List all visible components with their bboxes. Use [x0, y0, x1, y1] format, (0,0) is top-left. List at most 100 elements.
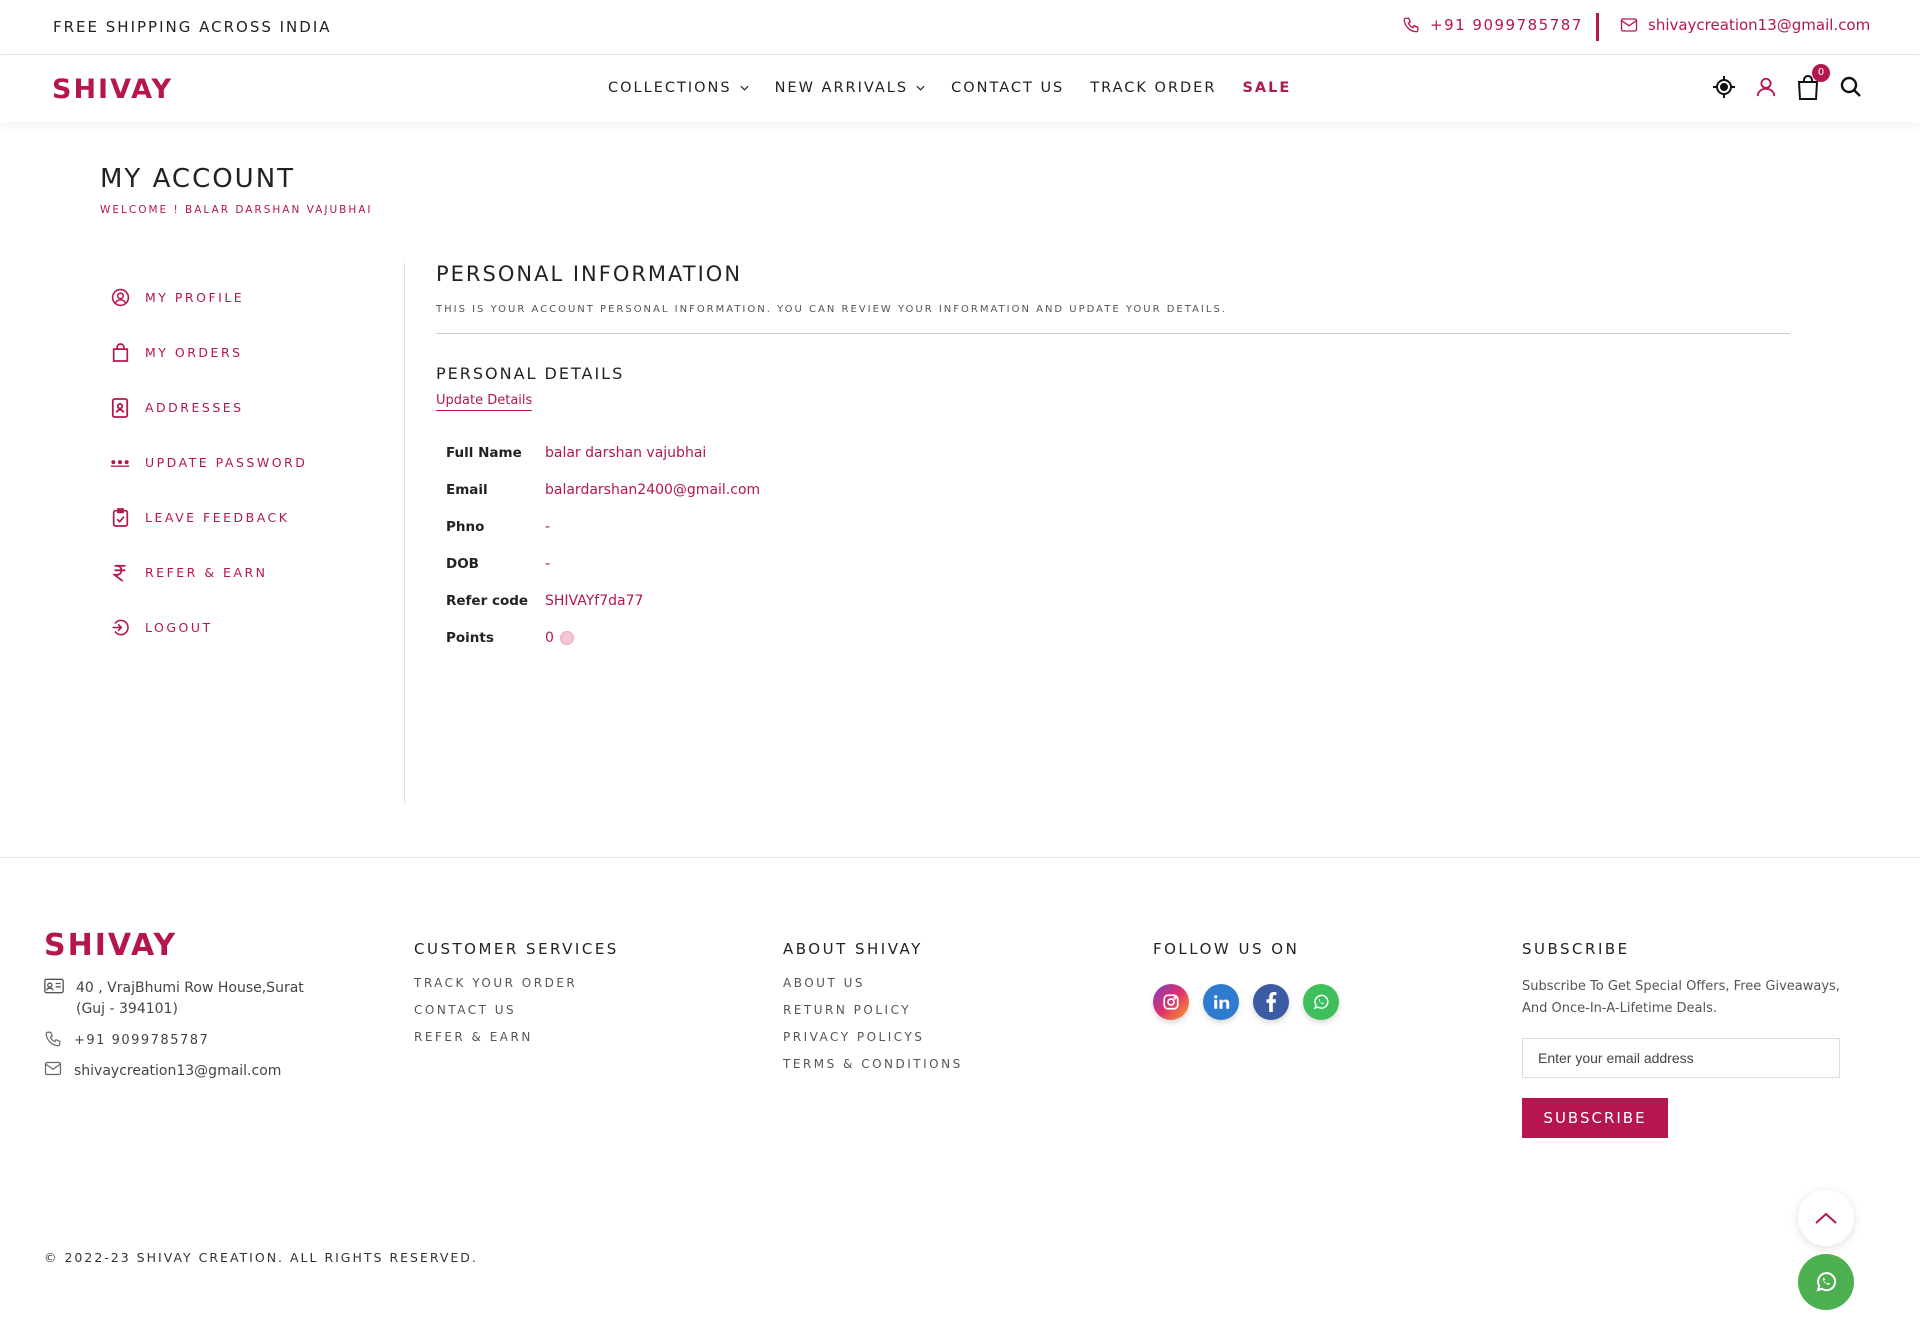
sidebar-item-addresses[interactable]: ADDRESSES [110, 380, 307, 435]
nav-item-contact-us[interactable]: CONTACT US [951, 80, 1064, 96]
welcome-text: WELCOME ! BALAR DARSHAN VAJUBHAI [100, 204, 373, 216]
sidebar-item-leave-feedback[interactable]: LEAVE FEEDBACK [110, 490, 307, 545]
sidebar-item-label: UPDATE PASSWORD [145, 455, 308, 470]
topbar-email-text: shivaycreation13@gmail.com [1648, 16, 1871, 34]
phone-icon [1402, 16, 1420, 34]
bag-icon [110, 343, 130, 363]
subscribe-email-input[interactable] [1522, 1038, 1840, 1078]
footer-link-contact-us[interactable]: CONTACT US [414, 1003, 619, 1017]
footer-heading: ABOUT SHIVAY [783, 940, 923, 958]
free-shipping-text: FREE SHIPPING ACROSS INDIA [53, 18, 332, 36]
topbar-divider [1596, 13, 1599, 41]
topbar-phone-text: +91 9099785787 [1430, 16, 1583, 34]
detail-label: Phno [446, 518, 485, 535]
nav-item-sale[interactable]: SALE [1242, 80, 1291, 96]
footer-link-return-policy[interactable]: RETURN POLICY [783, 1003, 963, 1017]
footer-logo[interactable]: SHIVAY [44, 928, 177, 963]
sidebar-item-label: MY ORDERS [145, 345, 243, 360]
footer-link-privacy[interactable]: PRIVACY POLICYS [783, 1030, 963, 1044]
detail-value: - [545, 555, 551, 572]
logout-icon [110, 618, 130, 638]
search-icon[interactable] [1839, 75, 1863, 99]
clipboard-check-icon [110, 508, 130, 528]
footer-contact: 40 , VrajBhumi Row House,Surat (Guj - 39… [44, 978, 304, 1092]
footer-link-track-order[interactable]: TRACK YOUR ORDER [414, 976, 619, 990]
points-value-wrap: 0 [545, 630, 574, 646]
top-bar: FREE SHIPPING ACROSS INDIA +91 909978578… [0, 0, 1920, 55]
sidebar-item-update-password[interactable]: UPDATE PASSWORD [110, 435, 307, 490]
footer-email[interactable]: shivaycreation13@gmail.com [44, 1061, 304, 1082]
topbar-phone[interactable]: +91 9099785787 [1402, 16, 1583, 34]
social-icons [1153, 984, 1339, 1020]
address-line: (Guj - 394101) [76, 1001, 178, 1017]
site-logo[interactable]: SHIVAY [52, 74, 173, 105]
footer-link-refer-earn[interactable]: REFER & EARN [414, 1030, 619, 1044]
whatsapp-chat-button[interactable] [1798, 1254, 1854, 1310]
detail-value: 0 [545, 629, 554, 646]
footer-link-terms[interactable]: TERMS & CONDITIONS [783, 1057, 963, 1071]
footer-customer-services: CUSTOMER SERVICES TRACK YOUR ORDER CONTA… [414, 940, 619, 1057]
main-nav: SHIVAY COLLECTIONS NEW ARRIVALS CONTACT … [0, 56, 1920, 122]
nav-item-track-order[interactable]: TRACK ORDER [1090, 80, 1216, 96]
footer-heading: SUBSCRIBE [1522, 940, 1630, 958]
footer-phone[interactable]: +91 9099785787 [44, 1030, 304, 1051]
footer-subscribe: SUBSCRIBE Subscribe To Get Special Offer… [1522, 940, 1852, 1138]
nav-item-label: NEW ARRIVALS [774, 80, 909, 96]
mail-icon [1620, 17, 1638, 33]
phone-icon [44, 1030, 62, 1048]
detail-label: Email [446, 481, 488, 498]
sidebar-item-logout[interactable]: LOGOUT [110, 600, 307, 655]
footer-link-about-us[interactable]: ABOUT US [783, 976, 963, 990]
topbar-email[interactable]: shivaycreation13@gmail.com [1620, 16, 1870, 34]
footer-divider [0, 857, 1920, 858]
whatsapp-icon [1816, 1272, 1837, 1292]
location-icon[interactable] [1712, 75, 1736, 99]
detail-label: Refer code [446, 592, 529, 609]
footer-email-text: shivaycreation13@gmail.com [74, 1063, 282, 1079]
scroll-to-top-button[interactable] [1798, 1190, 1854, 1246]
whatsapp-icon[interactable] [1303, 984, 1339, 1020]
subscribe-text: Subscribe To Get Special Offers, Free Gi… [1522, 979, 1840, 1016]
subscribe-button[interactable]: SUBSCRIBE [1522, 1098, 1668, 1138]
nav-item-new-arrivals[interactable]: NEW ARRIVALS [775, 80, 926, 96]
detail-row-email: Email balardarshan2400@gmail.com [446, 471, 760, 508]
sidebar-item-refer-earn[interactable]: REFER & EARN [110, 545, 307, 600]
copyright-text: © 2022-23 SHIVAY CREATION. ALL RIGHTS RE… [44, 1250, 478, 1265]
sidebar-item-my-orders[interactable]: MY ORDERS [110, 325, 307, 380]
coin-icon [559, 630, 574, 645]
footer-follow: FOLLOW US ON [1153, 940, 1339, 1020]
cart-button[interactable]: 0 [1796, 64, 1830, 100]
update-details-link[interactable]: Update Details [436, 393, 533, 411]
user-icon[interactable] [1755, 76, 1777, 98]
instagram-icon[interactable] [1153, 984, 1189, 1020]
nav-item-label: COLLECTIONS [608, 80, 732, 96]
chevron-down-icon [740, 85, 749, 91]
personal-details-heading: PERSONAL DETAILS [436, 364, 625, 383]
details-table: Full Name balar darshan vajubhai Email b… [446, 434, 760, 656]
footer-heading: FOLLOW US ON [1153, 940, 1300, 958]
detail-value: balardarshan2400@gmail.com [545, 481, 761, 498]
password-dots-icon [110, 453, 130, 473]
sidebar-item-label: REFER & EARN [145, 565, 268, 580]
footer-address-text: 40 , VrajBhumi Row House,Surat (Guj - 39… [76, 978, 304, 1020]
page-title: MY ACCOUNT [100, 164, 296, 194]
detail-row-phno: Phno - [446, 508, 760, 545]
detail-row-points: Points 0 [446, 619, 760, 656]
sidebar-item-my-profile[interactable]: MY PROFILE [110, 270, 307, 325]
nav-item-collections[interactable]: COLLECTIONS [608, 80, 749, 96]
address-line: 40 , VrajBhumi Row House,Surat [76, 980, 304, 996]
footer-phone-text: +91 9099785787 [74, 1033, 210, 1048]
detail-value: - [545, 518, 551, 535]
detail-row-full-name: Full Name balar darshan vajubhai [446, 434, 760, 471]
linkedin-icon[interactable] [1203, 984, 1239, 1020]
facebook-icon[interactable] [1253, 984, 1289, 1020]
chevron-down-icon [916, 85, 925, 91]
sidebar-item-label: LEAVE FEEDBACK [145, 510, 290, 525]
sidebar-item-label: MY PROFILE [145, 290, 245, 305]
sidebar-divider [404, 263, 405, 803]
cart-count-badge: 0 [1812, 64, 1830, 82]
footer-heading: CUSTOMER SERVICES [414, 940, 619, 958]
user-circle-icon [110, 288, 130, 308]
sidebar-item-label: ADDRESSES [145, 400, 244, 415]
detail-label: DOB [446, 555, 479, 572]
